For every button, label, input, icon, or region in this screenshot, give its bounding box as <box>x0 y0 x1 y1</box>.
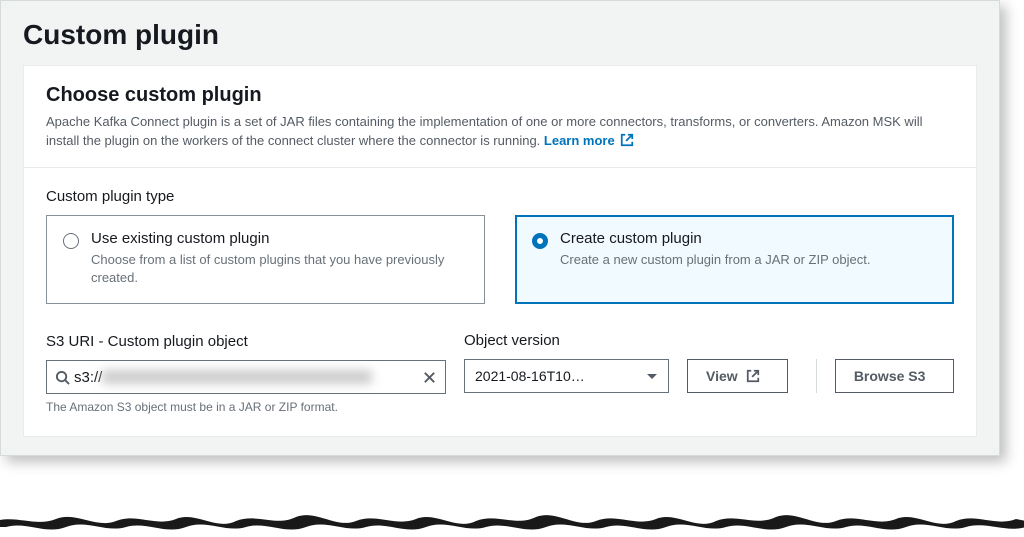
vertical-divider <box>816 359 817 393</box>
s3-uri-helper: The Amazon S3 object must be in a JAR or… <box>46 400 446 414</box>
learn-more-label: Learn more <box>544 133 615 148</box>
browse-s3-label: Browse S3 <box>854 368 926 384</box>
tile-desc: Choose from a list of custom plugins tha… <box>91 251 468 287</box>
panel-header: Choose custom plugin Apache Kafka Connec… <box>24 66 976 168</box>
s3-uri-prefix: s3:// <box>70 369 102 386</box>
tile-desc: Create a new custom plugin from a JAR or… <box>560 251 870 269</box>
caret-down-icon <box>646 368 658 384</box>
plugin-type-existing[interactable]: Use existing custom plugin Choose from a… <box>46 215 485 304</box>
object-version-group: Object version 2021-08-16T10… <box>464 332 669 414</box>
panel-description-text: Apache Kafka Connect plugin is a set of … <box>46 114 922 148</box>
choose-plugin-panel: Choose custom plugin Apache Kafka Connec… <box>23 65 977 437</box>
view-button[interactable]: View <box>687 359 788 393</box>
tile-title: Use existing custom plugin <box>91 230 468 247</box>
page-container: Custom plugin Choose custom plugin Apach… <box>0 0 1000 456</box>
learn-more-link[interactable]: Learn more <box>544 133 634 148</box>
divider-group <box>806 359 817 414</box>
object-row: S3 URI - Custom plugin object s3:// <box>46 332 954 414</box>
plugin-type-create[interactable]: Create custom plugin Create a new custom… <box>515 215 954 304</box>
radio-icon <box>532 233 548 249</box>
clear-input-button[interactable] <box>422 370 437 385</box>
object-version-value: 2021-08-16T10… <box>475 368 585 384</box>
s3-uri-label: S3 URI - Custom plugin object <box>46 333 446 350</box>
external-link-icon <box>746 369 760 383</box>
tile-title: Create custom plugin <box>560 230 870 247</box>
page-title: Custom plugin <box>1 1 999 65</box>
panel-description: Apache Kafka Connect plugin is a set of … <box>46 113 954 151</box>
object-version-select[interactable]: 2021-08-16T10… <box>464 359 669 393</box>
s3-uri-input-wrap[interactable]: s3:// <box>46 360 446 394</box>
plugin-type-label: Custom plugin type <box>46 188 954 205</box>
panel-body: Custom plugin type Use existing custom p… <box>24 168 976 436</box>
view-button-group: View <box>687 359 788 414</box>
s3-uri-redacted <box>102 370 372 384</box>
external-link-icon <box>620 133 634 147</box>
browse-s3-button[interactable]: Browse S3 <box>835 359 954 393</box>
browse-button-group: Browse S3 <box>835 359 954 414</box>
radio-icon <box>63 233 79 249</box>
torn-edge-decoration <box>0 507 1024 537</box>
s3-uri-group: S3 URI - Custom plugin object s3:// <box>46 333 446 414</box>
object-version-label: Object version <box>464 332 669 349</box>
close-icon <box>422 370 437 385</box>
search-icon <box>55 370 70 385</box>
view-button-label: View <box>706 368 738 384</box>
plugin-type-group: Use existing custom plugin Choose from a… <box>46 215 954 304</box>
panel-title: Choose custom plugin <box>46 84 954 107</box>
